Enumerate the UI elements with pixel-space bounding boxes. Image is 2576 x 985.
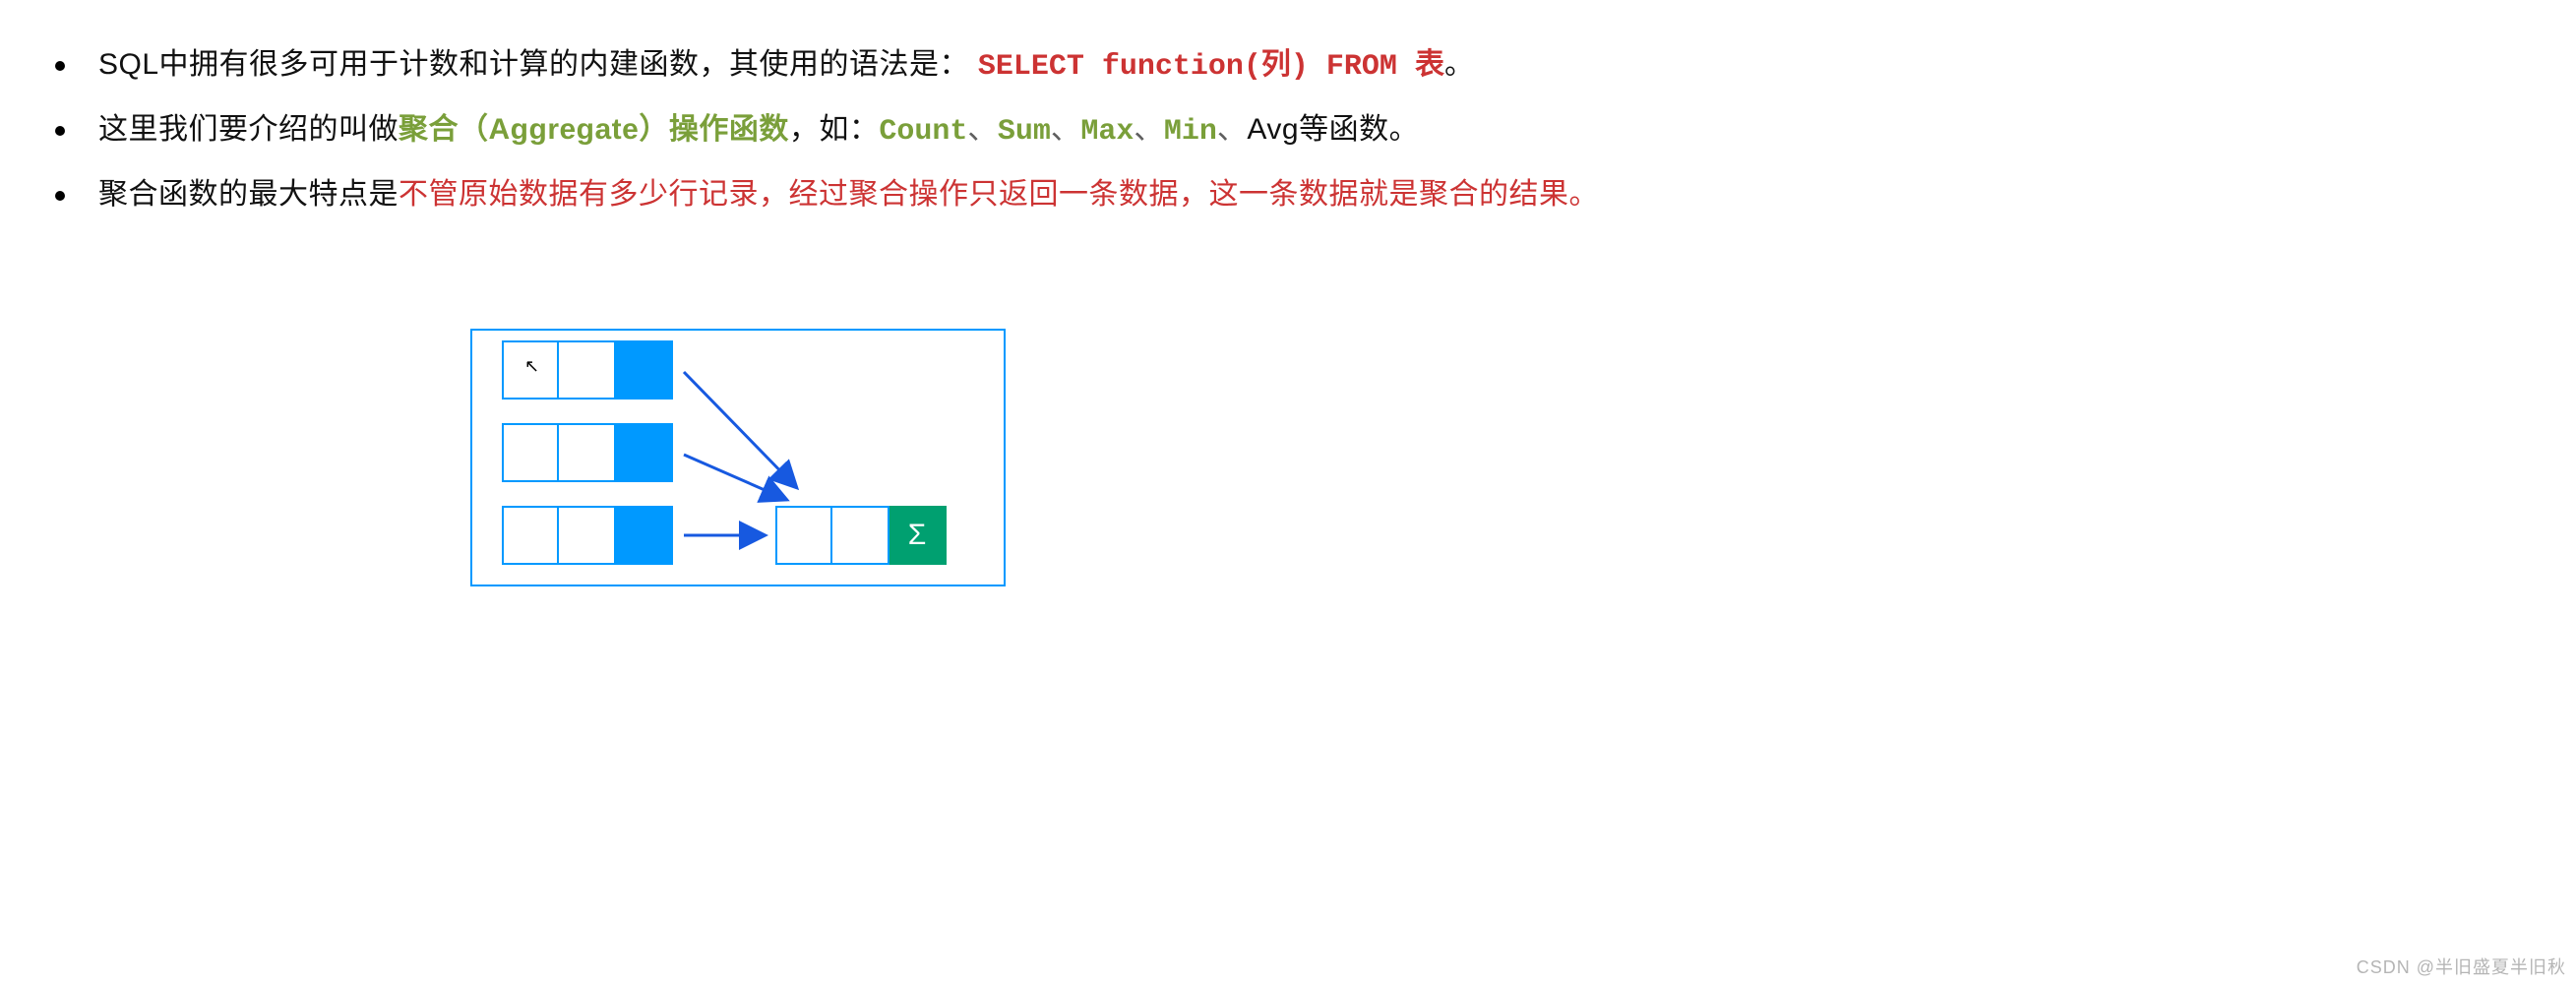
b2-plain-1: 这里我们要介绍的叫做 — [98, 113, 399, 146]
b2-aggregate: 聚合（Aggregate）操作函数 — [399, 113, 789, 146]
cell — [775, 506, 832, 565]
b2-plain-2: ，如： — [789, 113, 880, 146]
b2-avg-etc: Avg等函数。 — [1247, 113, 1419, 146]
b1-table: 表 — [1415, 50, 1444, 84]
b3-plain-1: 聚合函数的最大特点是 — [98, 178, 399, 211]
b2-sum: Sum — [998, 115, 1051, 149]
input-row-1 — [502, 340, 673, 400]
cell — [502, 423, 559, 482]
bullet-3: 聚合函数的最大特点是不管原始数据有多少行记录，经过聚合操作只返回一条数据，这一条… — [39, 169, 2537, 220]
cell — [559, 423, 616, 482]
slide-content: SQL中拥有很多可用于计数和计算的内建函数，其使用的语法是： SELECT fu… — [0, 0, 2576, 586]
b1-select: SELECT function( — [978, 50, 1261, 84]
input-row-2 — [502, 423, 673, 482]
cell — [559, 506, 616, 565]
output-row: Σ — [775, 506, 947, 565]
arrow-2 — [684, 455, 787, 500]
b2-sep-4: 、 — [1217, 113, 1248, 146]
cell — [832, 506, 889, 565]
bullet-list: SQL中拥有很多可用于计数和计算的内建函数，其使用的语法是： SELECT fu… — [39, 39, 2537, 220]
b2-count: Count — [879, 115, 967, 149]
b2-sep-1: 、 — [967, 113, 998, 146]
b2-min: Min — [1164, 115, 1217, 149]
b2-sep-2: 、 — [1051, 113, 1081, 146]
bullet-1: SQL中拥有很多可用于计数和计算的内建函数，其使用的语法是： SELECT fu… — [39, 39, 2537, 92]
watermark: CSDN @半旧盛夏半旧秋 — [2357, 954, 2566, 979]
cell-highlight — [616, 423, 673, 482]
bullet-2: 这里我们要介绍的叫做聚合（Aggregate）操作函数，如：Count、Sum、… — [39, 104, 2537, 157]
cell — [502, 340, 559, 400]
b2-sep-3: 、 — [1134, 113, 1164, 146]
cell — [502, 506, 559, 565]
input-row-3 — [502, 506, 673, 565]
cell-highlight — [616, 506, 673, 565]
cell-highlight — [616, 340, 673, 400]
b3-highlight: 不管原始数据有多少行记录，经过聚合操作只返回一条数据，这一条数据就是聚合的结果。 — [399, 178, 1599, 211]
cell — [559, 340, 616, 400]
b2-max: Max — [1080, 115, 1134, 149]
sigma-cell: Σ — [889, 506, 947, 565]
b1-column: 列 — [1261, 50, 1291, 84]
b1-from: ) FROM — [1291, 50, 1415, 84]
aggregate-diagram: Σ ↖ — [470, 329, 1006, 586]
b1-plain-1: SQL中拥有很多可用于计数和计算的内建函数，其使用的语法是： — [98, 48, 969, 81]
arrow-1 — [684, 372, 797, 488]
b1-end: 。 — [1444, 48, 1475, 81]
